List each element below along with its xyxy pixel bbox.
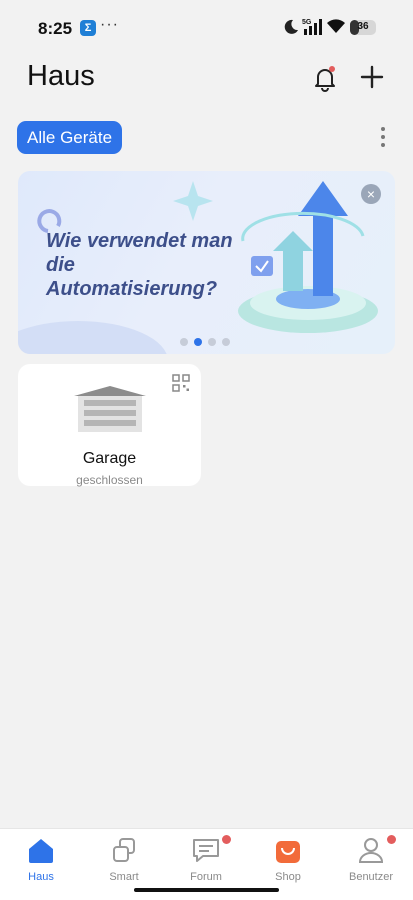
status-time: 8:25	[38, 19, 73, 38]
battery-icon: 36	[350, 20, 376, 35]
more-notifications-icon: ···	[100, 16, 119, 33]
nav-item-shop[interactable]: Shop	[253, 835, 323, 883]
nav-label: Forum	[190, 871, 222, 883]
nav-label: Haus	[28, 871, 54, 883]
nav-item-forum[interactable]: Forum	[171, 835, 241, 883]
nav-label: Shop	[275, 871, 301, 883]
benutzer-badge	[387, 835, 396, 844]
nav-label: Benutzer	[348, 871, 394, 883]
qr-code-icon[interactable]	[172, 374, 190, 392]
user-profile-icon	[358, 838, 384, 863]
garage-door-icon	[74, 386, 146, 432]
automation-banner[interactable]: Wie verwendet man die Automatisierung? ×	[18, 171, 395, 354]
app-notification-icon: Σ	[80, 20, 96, 36]
pager-dot	[180, 338, 188, 346]
pager-dot	[222, 338, 230, 346]
add-icon[interactable]	[358, 63, 386, 91]
banner-pager	[180, 333, 236, 351]
home-indicator[interactable]	[134, 888, 279, 892]
forum-badge	[222, 835, 231, 844]
all-devices-filter-button[interactable]: Alle Geräte	[17, 121, 123, 154]
battery-level: 36	[357, 21, 369, 32]
smart-scenes-icon	[113, 838, 135, 862]
banner-close-icon[interactable]: ×	[361, 184, 381, 204]
wifi-icon	[327, 19, 345, 33]
nav-item-benutzer[interactable]: Benutzer	[336, 835, 406, 883]
do-not-disturb-icon	[284, 19, 298, 34]
pager-dot-active	[194, 338, 202, 346]
nav-item-haus[interactable]: Haus	[6, 835, 76, 883]
device-name: Garage	[82, 450, 137, 467]
network-label: 5G	[302, 19, 312, 26]
device-status: geschlossen	[76, 473, 143, 487]
pager-dot	[208, 338, 216, 346]
shopping-bag-icon	[276, 841, 300, 863]
notification-bell-icon[interactable]	[311, 64, 339, 92]
page-title: Haus	[27, 60, 95, 92]
nav-label: Smart	[109, 871, 139, 883]
device-card-garage[interactable]: Garage geschlossen	[18, 364, 201, 487]
signal-icon: 5G	[302, 19, 322, 35]
more-options-icon[interactable]	[374, 124, 392, 152]
status-bar: 8:25 Σ ··· 5G 36	[0, 0, 413, 56]
nav-item-smart[interactable]: Smart	[89, 835, 159, 883]
home-icon	[29, 839, 53, 863]
forum-chat-icon	[193, 839, 219, 862]
banner-title: Wie verwendet man die Automatisierung?	[46, 230, 233, 300]
